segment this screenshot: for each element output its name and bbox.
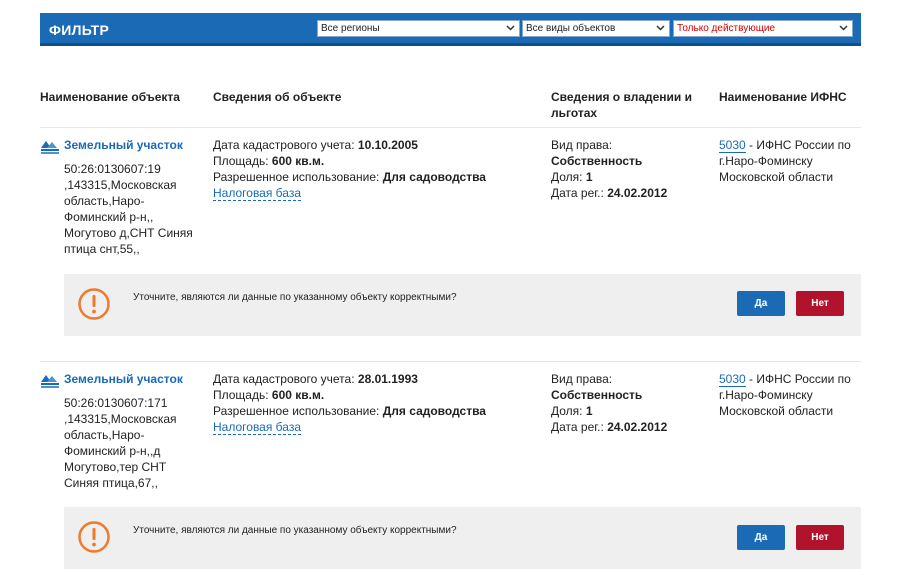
- no-button[interactable]: Нет: [796, 525, 844, 550]
- share-value: 1: [585, 404, 593, 418]
- share-row: Доля: 1: [551, 403, 667, 419]
- chevron-down-icon: [839, 21, 849, 36]
- object-type-select[interactable]: Все виды объектов: [522, 20, 670, 37]
- ifns-code-link[interactable]: 5030: [719, 372, 746, 387]
- use-row: Разрешенное использование: Для садоводст…: [213, 169, 486, 185]
- address-line: 50:26:0130607:171: [64, 396, 168, 410]
- tax-base-link[interactable]: Налоговая база: [213, 186, 301, 201]
- header-ownership: Сведения о владении и льготах: [551, 89, 692, 121]
- status-select[interactable]: Только действующие: [673, 20, 853, 37]
- object-link[interactable]: Земельный участок: [64, 372, 183, 386]
- yes-button[interactable]: Да: [737, 525, 785, 550]
- cadastral-date-row: Дата кадастрового учета: 28.01.1993: [213, 371, 486, 387]
- right-label: Вид права:: [551, 138, 613, 152]
- address-line: ,143315,Московская: [64, 412, 177, 426]
- address-line: область,Наро-: [64, 194, 145, 208]
- ifns-line: - ИФНС России по: [745, 138, 851, 152]
- object-type-select-value: Все виды объектов: [526, 23, 616, 34]
- divider: [40, 127, 861, 128]
- header-ownership-line2: льготах: [551, 106, 598, 120]
- region-select-value: Все регионы: [321, 23, 380, 34]
- no-button[interactable]: Нет: [796, 291, 844, 316]
- object-link[interactable]: Земельный участок: [64, 138, 183, 152]
- cadastral-date-row: Дата кадастрового учета: 10.10.2005: [213, 137, 486, 153]
- ifns-line: - ИФНС России по: [745, 372, 851, 386]
- confirm-question: Уточните, являются ли данные по указанно…: [133, 525, 457, 536]
- warning-icon: [78, 288, 110, 320]
- address-line: область,Наро-: [64, 428, 145, 442]
- area-value: 600 кв.м.: [271, 388, 325, 402]
- right-value: Собственность: [551, 388, 643, 402]
- address-line: Фоминский р-н,,: [64, 210, 154, 224]
- cadastral-label: Дата кадастрового учета:: [213, 138, 355, 152]
- region-select[interactable]: Все регионы: [317, 20, 520, 37]
- header-object-name: Наименование объекта: [40, 90, 180, 104]
- address-line: Могутово,тер СНТ: [64, 460, 167, 474]
- use-label: Разрешенное использование:: [213, 404, 380, 418]
- confirm-question: Уточните, являются ли данные по указанно…: [133, 292, 457, 303]
- address-line: Синяя птица,67,,: [64, 476, 158, 490]
- chevron-down-icon: [506, 21, 516, 36]
- reg-date: 24.02.2012: [607, 186, 668, 200]
- ifns-line: г.Наро-Фоминску: [719, 154, 813, 168]
- cadastral-date: 28.01.1993: [357, 372, 418, 386]
- reg-label: Дата рег.:: [551, 186, 604, 200]
- share-label: Доля:: [551, 404, 583, 418]
- confirm-box: Уточните, являются ли данные по указанно…: [64, 507, 861, 569]
- share-row: Доля: 1: [551, 169, 667, 185]
- tax-base-link[interactable]: Налоговая база: [213, 420, 301, 435]
- use-label: Разрешенное использование:: [213, 170, 380, 184]
- object-info: Дата кадастрового учета: 28.01.1993 Площ…: [213, 371, 486, 435]
- ifns-line: Московской области: [719, 404, 834, 418]
- object-info: Дата кадастрового учета: 10.10.2005 Площ…: [213, 137, 486, 201]
- header-object-info: Сведения об объекте: [213, 90, 342, 104]
- ifns-line: Московской области: [719, 170, 834, 184]
- share-value: 1: [585, 170, 593, 184]
- area-value: 600 кв.м.: [271, 154, 325, 168]
- cadastral-label: Дата кадастрового учета:: [213, 372, 355, 386]
- filter-bar: ФИЛЬТР Все регионы Все виды объектов Тол…: [40, 13, 861, 46]
- status-select-value: Только действующие: [677, 23, 776, 34]
- reg-date-row: Дата рег.: 24.02.2012: [551, 419, 667, 435]
- reg-date: 24.02.2012: [607, 420, 668, 434]
- area-label: Площадь:: [213, 154, 269, 168]
- area-row: Площадь: 600 кв.м.: [213, 153, 486, 169]
- header-ifns: Наименование ИФНС: [719, 90, 847, 104]
- header-ownership-line1: Сведения о владении и: [551, 90, 692, 104]
- use-value: Для садоводства: [382, 170, 486, 184]
- land-plot-icon: [40, 139, 60, 155]
- ifns-info: 5030 - ИФНС России по г.Наро-Фоминску Мо…: [719, 137, 851, 185]
- reg-label: Дата рег.:: [551, 420, 604, 434]
- chevron-down-icon: [656, 21, 666, 36]
- use-value: Для садоводства: [382, 404, 486, 418]
- object-address: 50:26:0130607:171 ,143315,Московская обл…: [64, 395, 204, 491]
- right-label: Вид права:: [551, 372, 613, 386]
- yes-button[interactable]: Да: [737, 291, 785, 316]
- divider: [40, 361, 861, 362]
- cadastral-date: 10.10.2005: [357, 138, 418, 152]
- address-line: птица снт,55,,: [64, 242, 140, 256]
- reg-date-row: Дата рег.: 24.02.2012: [551, 185, 667, 201]
- address-line: Могутово д,СНТ Синяя: [64, 226, 193, 240]
- address-line: 50:26:0130607:19: [64, 162, 161, 176]
- ownership-info: Вид права: Собственность Доля: 1 Дата ре…: [551, 137, 667, 201]
- land-plot-icon: [40, 373, 60, 389]
- ownership-info: Вид права: Собственность Доля: 1 Дата ре…: [551, 371, 667, 435]
- warning-icon: [78, 521, 110, 553]
- address-line: Фоминский р-н,,д: [64, 444, 161, 458]
- address-line: ,143315,Московская: [64, 178, 177, 192]
- use-row: Разрешенное использование: Для садоводст…: [213, 403, 486, 419]
- area-label: Площадь:: [213, 388, 269, 402]
- filter-title: ФИЛЬТР: [49, 22, 110, 38]
- object-address: 50:26:0130607:19 ,143315,Московская обла…: [64, 161, 204, 257]
- right-value: Собственность: [551, 154, 643, 168]
- share-label: Доля:: [551, 170, 583, 184]
- ifns-info: 5030 - ИФНС России по г.Наро-Фоминску Мо…: [719, 371, 851, 419]
- ifns-line: г.Наро-Фоминску: [719, 388, 813, 402]
- ifns-code-link[interactable]: 5030: [719, 138, 746, 153]
- confirm-box: Уточните, являются ли данные по указанно…: [64, 274, 861, 336]
- area-row: Площадь: 600 кв.м.: [213, 387, 486, 403]
